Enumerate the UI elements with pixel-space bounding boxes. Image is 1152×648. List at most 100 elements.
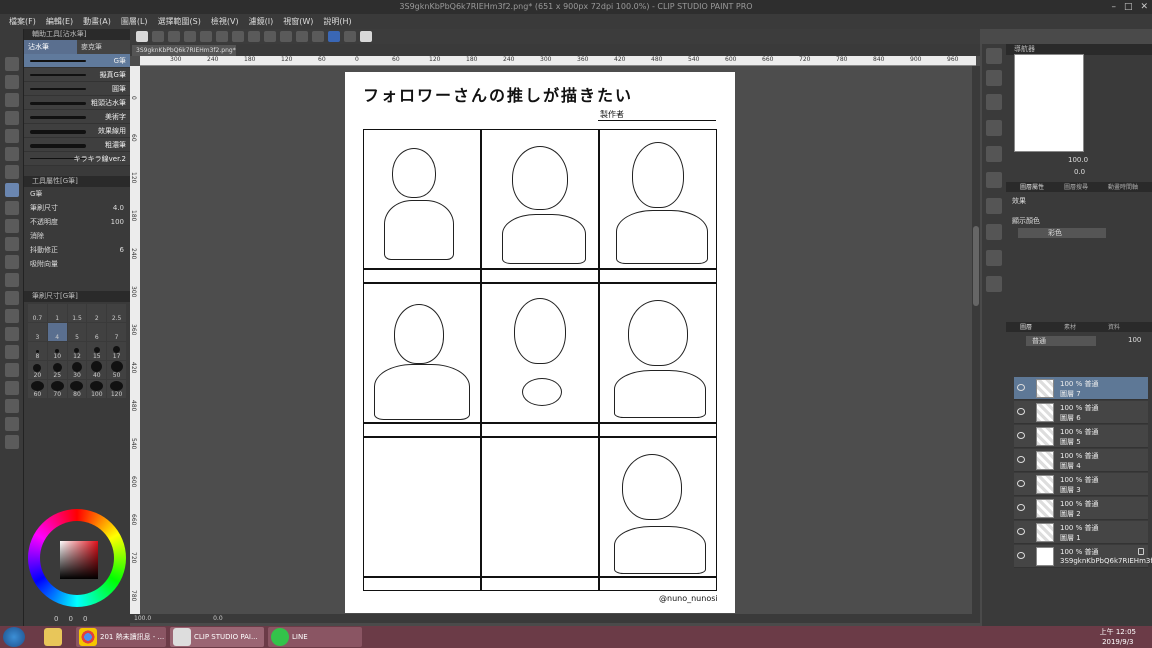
- maximize-button[interactable]: □: [1124, 1, 1133, 13]
- material-icon[interactable]: [986, 120, 1002, 136]
- size-preset[interactable]: 1: [47, 304, 67, 322]
- size-preset[interactable]: 3: [28, 323, 47, 341]
- scroll-thumb[interactable]: [973, 226, 979, 306]
- nav-angle[interactable]: 0.0: [1074, 168, 1085, 176]
- fill-tool-icon[interactable]: [5, 309, 19, 323]
- eyedropper-icon[interactable]: [5, 165, 19, 179]
- size-preset[interactable]: 4: [47, 323, 67, 341]
- clip-studio-icon[interactable]: [136, 31, 148, 42]
- size-preset[interactable]: 80: [67, 380, 87, 398]
- size-preset[interactable]: 1.5: [67, 304, 87, 322]
- material-icon[interactable]: [986, 172, 1002, 188]
- brush-size-row[interactable]: 筆刷尺寸 4.0: [24, 201, 130, 215]
- new-file-icon[interactable]: [152, 31, 164, 42]
- color-wheel[interactable]: [28, 509, 126, 607]
- snap-special-ruler-icon[interactable]: [344, 31, 356, 42]
- pen-tool-icon[interactable]: [5, 183, 19, 197]
- brush-item[interactable]: 擬真G筆: [24, 68, 130, 82]
- layer-row[interactable]: 100 % 普通 圖層 1: [1014, 521, 1148, 544]
- snap-ruler-icon[interactable]: [312, 31, 324, 42]
- menu-view[interactable]: 檢視(V): [206, 14, 244, 29]
- undo-icon[interactable]: [200, 31, 212, 42]
- size-preset[interactable]: 2.5: [107, 304, 126, 322]
- gradient-icon[interactable]: [5, 327, 19, 341]
- display-color-select[interactable]: 彩色: [1018, 228, 1106, 238]
- eraser-icon[interactable]: [5, 273, 19, 287]
- brush-item[interactable]: 效果線用: [24, 124, 130, 138]
- size-preset[interactable]: 120: [107, 380, 126, 398]
- zoom-tool-icon[interactable]: [5, 57, 19, 71]
- blend-icon[interactable]: [5, 291, 19, 305]
- eye-icon[interactable]: [1017, 552, 1025, 559]
- folder-icon[interactable]: [44, 628, 62, 646]
- stabilization-row[interactable]: 抖動修正 6: [24, 243, 130, 257]
- brush-item[interactable]: G筆: [24, 54, 130, 68]
- tab-marker[interactable]: 麥克筆: [77, 40, 130, 54]
- material-icon[interactable]: [986, 198, 1002, 214]
- brush-item[interactable]: 美術字: [24, 110, 130, 124]
- transform-icon[interactable]: [264, 31, 276, 42]
- brush-tool-icon[interactable]: [5, 219, 19, 233]
- ruler-icon[interactable]: [5, 381, 19, 395]
- navigator-thumbnail[interactable]: [1014, 54, 1084, 152]
- size-preset[interactable]: 40: [87, 361, 107, 379]
- size-preset[interactable]: 15: [87, 342, 107, 360]
- prop-value[interactable]: 6: [120, 246, 124, 254]
- move-tool-icon[interactable]: [5, 75, 19, 89]
- close-button[interactable]: ✕: [1140, 1, 1148, 13]
- help-icon[interactable]: [360, 31, 372, 42]
- size-preset[interactable]: 6: [87, 323, 107, 341]
- menu-animation[interactable]: 動畫(A): [78, 14, 116, 29]
- figure-icon[interactable]: [5, 345, 19, 359]
- decoration-icon[interactable]: [5, 255, 19, 269]
- size-preset[interactable]: 12: [67, 342, 87, 360]
- operation-tool-icon[interactable]: [5, 93, 19, 107]
- minimize-button[interactable]: –: [1111, 1, 1116, 13]
- nav-zoom[interactable]: 100.0: [1068, 156, 1088, 164]
- layer-row[interactable]: 100 % 普通 3S9gknKbPbQ6k7RIEHm3f2: [1014, 545, 1152, 568]
- material-icon[interactable]: [986, 146, 1002, 162]
- menu-window[interactable]: 視窗(W): [278, 14, 318, 29]
- opacity-row[interactable]: 不透明度 100: [24, 215, 130, 229]
- layer-row[interactable]: 100 % 普通 圖層 3: [1014, 473, 1148, 496]
- layer-row[interactable]: 100 % 普通 圖層 6: [1014, 401, 1148, 424]
- start-button[interactable]: [3, 627, 25, 647]
- balloon-icon[interactable]: [5, 417, 19, 431]
- clear-icon[interactable]: [232, 31, 244, 42]
- zoom-level[interactable]: 100.0: [134, 615, 151, 622]
- tab-material[interactable]: 素材: [1064, 322, 1108, 332]
- size-preset[interactable]: 8: [28, 342, 47, 360]
- prop-value[interactable]: 4.0: [113, 204, 124, 212]
- redo-icon[interactable]: [216, 31, 228, 42]
- menu-help[interactable]: 說明(H): [318, 14, 356, 29]
- tab-timeline[interactable]: 動畫時間軸: [1108, 182, 1152, 192]
- rotation-value[interactable]: 0.0: [213, 615, 223, 622]
- vector-snap-row[interactable]: 吸附向量: [24, 257, 130, 271]
- system-clock[interactable]: 上午 12:05 2019/9/3: [1100, 627, 1136, 647]
- layer-row[interactable]: 100 % 普通 圖層 7: [1014, 377, 1148, 400]
- correct-line-icon[interactable]: [5, 435, 19, 449]
- size-preset[interactable]: 10: [47, 342, 67, 360]
- auto-select-icon[interactable]: [5, 147, 19, 161]
- lock-icon[interactable]: [1138, 548, 1144, 555]
- size-preset[interactable]: 50: [107, 361, 126, 379]
- eye-icon[interactable]: [1017, 528, 1025, 535]
- save-icon[interactable]: [184, 31, 196, 42]
- size-preset[interactable]: 5: [67, 323, 87, 341]
- menu-file[interactable]: 檔案(F): [4, 14, 41, 29]
- tab-layer-search[interactable]: 圖層搜尋: [1064, 182, 1108, 192]
- image-icon[interactable]: [986, 94, 1002, 110]
- menu-layer[interactable]: 圖層(L): [116, 14, 153, 29]
- open-file-icon[interactable]: [168, 31, 180, 42]
- size-preset[interactable]: 30: [67, 361, 87, 379]
- layer-row[interactable]: 100 % 普通 圖層 5: [1014, 425, 1148, 448]
- layer-icon[interactable]: [986, 48, 1002, 64]
- tab-layer-property[interactable]: 圖層屬性: [1006, 182, 1064, 192]
- layer-row[interactable]: 100 % 普通 圖層 4: [1014, 449, 1148, 472]
- brush-item[interactable]: 粗頭沾水筆: [24, 96, 130, 110]
- pencil-tool-icon[interactable]: [5, 201, 19, 215]
- color-saturation-square[interactable]: [60, 541, 98, 579]
- size-preset[interactable]: 100: [87, 380, 107, 398]
- eye-icon[interactable]: [1017, 384, 1025, 391]
- deselect-icon[interactable]: [280, 31, 292, 42]
